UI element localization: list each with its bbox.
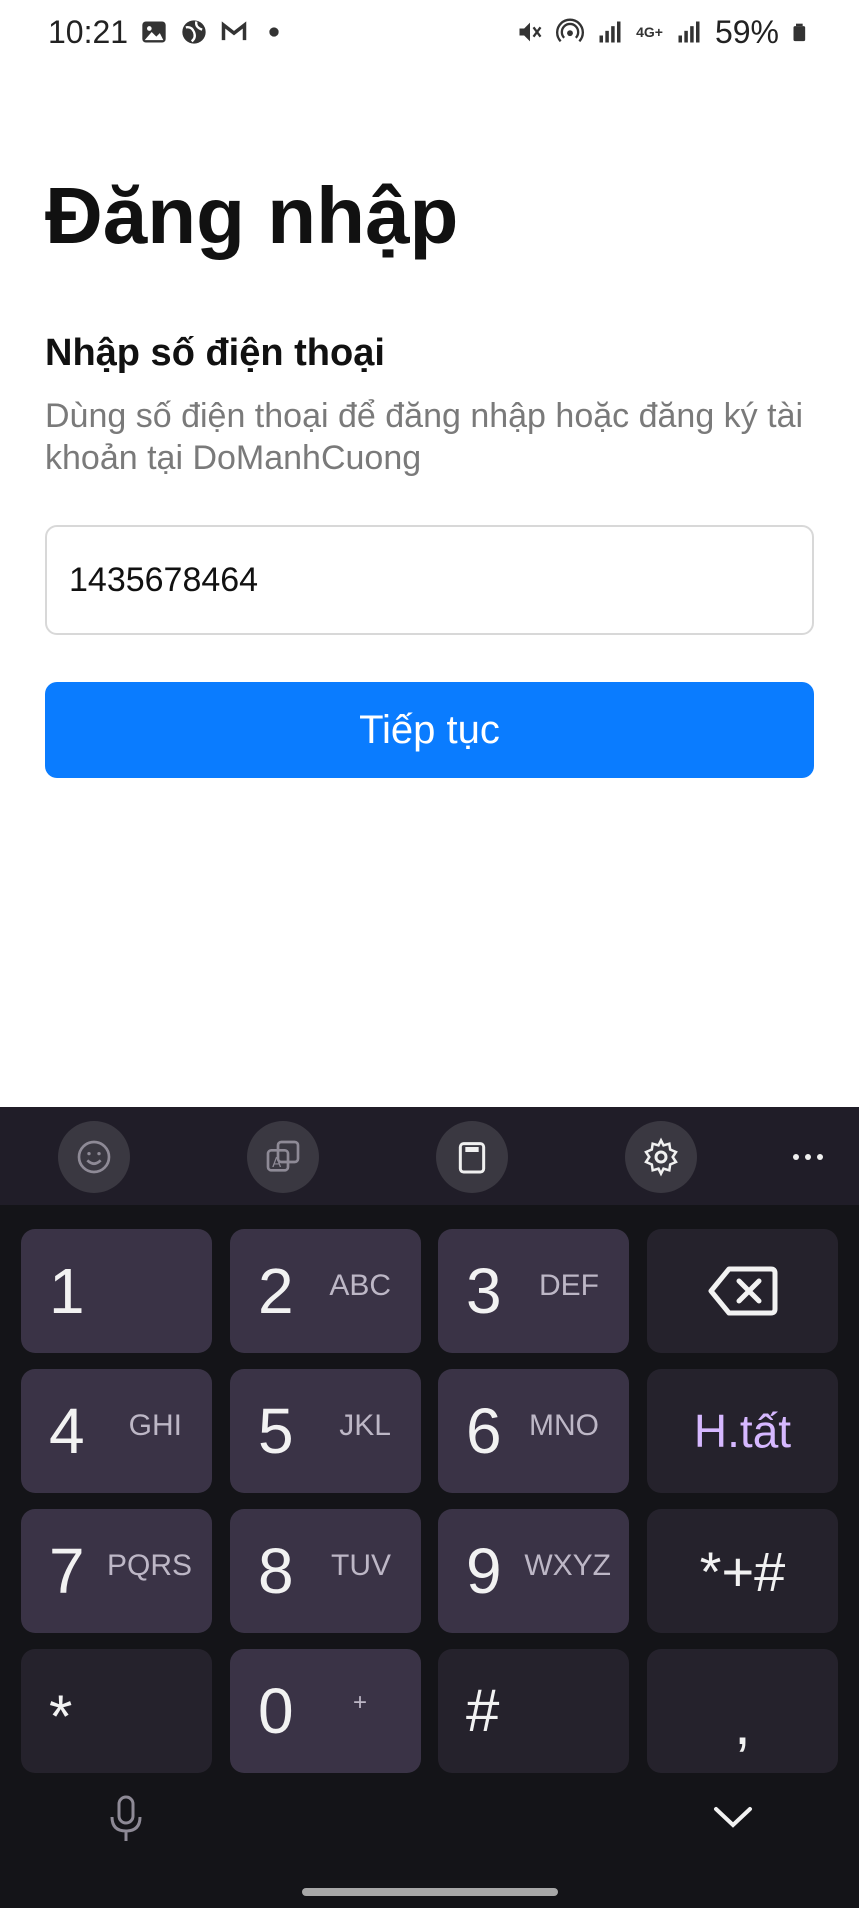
gallery-icon: [142, 21, 166, 43]
status-bar: 10:21 4G+ 59%: [0, 0, 859, 64]
key-1[interactable]: 1: [21, 1229, 212, 1353]
more-button[interactable]: [786, 1121, 830, 1193]
svg-text:A: A: [272, 1156, 281, 1171]
backspace-key[interactable]: [647, 1229, 838, 1353]
key-7-letters: PQRS: [106, 1549, 192, 1582]
key-2[interactable]: 2 ABC: [230, 1229, 421, 1353]
page-title: Đăng nhập: [45, 171, 459, 260]
star-key-label: *: [49, 1683, 73, 1750]
mute-icon: [519, 22, 542, 42]
key-9-number: 9: [466, 1535, 502, 1607]
key-6[interactable]: 6 MNO: [438, 1369, 629, 1493]
key-0-number: 0: [258, 1675, 294, 1747]
comma-key[interactable]: ,: [647, 1649, 838, 1773]
battery-icon: [793, 23, 806, 42]
dot-icon: [269, 27, 279, 37]
key-7-number: 7: [49, 1535, 85, 1607]
key-9-letters: WXYZ: [524, 1549, 611, 1582]
numeric-keyboard: A 1 2 ABC 3 DEF 4 GHI 5 JKL 6 MNO H.tất …: [0, 1107, 859, 1908]
hash-key-label: #: [466, 1677, 500, 1744]
hash-key[interactable]: #: [438, 1649, 629, 1773]
battery-percent: 59%: [714, 13, 779, 50]
gmail-icon: [221, 21, 247, 41]
key-4[interactable]: 4 GHI: [21, 1369, 212, 1493]
status-right: 4G+ 59%: [516, 14, 811, 51]
continue-button[interactable]: Tiếp tục: [45, 682, 814, 778]
done-key[interactable]: H.tất: [647, 1369, 838, 1493]
star-key[interactable]: *: [21, 1649, 212, 1773]
done-key-inner: H.tất: [647, 1369, 838, 1493]
status-time: 10:21: [48, 13, 129, 50]
network-type: 4G+: [636, 24, 663, 40]
done-key-label: H.tất: [693, 1405, 792, 1457]
key-8-letters: TUV: [331, 1549, 391, 1582]
key-6-number: 6: [466, 1395, 502, 1467]
key-3-letters: DEF: [539, 1269, 599, 1302]
keyboard-toolbar: A: [0, 1107, 859, 1205]
clipboard-icon: [458, 1142, 486, 1174]
key-5[interactable]: 5 JKL: [230, 1369, 421, 1493]
key-1-number: 1: [49, 1255, 85, 1327]
key-2-letters: ABC: [329, 1269, 391, 1302]
symbols-key-label: *+#: [699, 1539, 786, 1603]
signal-2-icon: [678, 21, 700, 43]
translate-button[interactable]: A: [247, 1121, 319, 1193]
backspace-icon: [708, 1266, 777, 1316]
emoji-icon: [77, 1140, 111, 1174]
symbols-key-inner: *+#: [647, 1509, 838, 1633]
translate-icon: A: [266, 1140, 300, 1172]
settings-button[interactable]: [625, 1121, 697, 1193]
symbols-key[interactable]: *+#: [647, 1509, 838, 1633]
hotspot-icon: [556, 18, 585, 43]
key-6-letters: MNO: [529, 1409, 599, 1442]
chevron-down-icon[interactable]: [712, 1803, 754, 1831]
key-3[interactable]: 3 DEF: [438, 1229, 629, 1353]
microphone-icon[interactable]: [106, 1793, 146, 1845]
backspace-key-inner: [647, 1229, 838, 1353]
key-8[interactable]: 8 TUV: [230, 1509, 421, 1633]
key-2-number: 2: [258, 1255, 294, 1327]
key-4-letters: GHI: [128, 1409, 182, 1442]
section-title: Nhập số điện thoại: [45, 332, 385, 374]
key-0-letters: +: [352, 1689, 367, 1716]
key-5-number: 5: [258, 1395, 294, 1467]
phone-number-input[interactable]: [45, 525, 814, 635]
comma-key-label: ,: [734, 1689, 751, 1757]
section-description: Dùng số điện thoại để đăng nhập hoặc đăn…: [45, 397, 804, 477]
key-9[interactable]: 9 WXYZ: [438, 1509, 629, 1633]
more-icon: [793, 1154, 823, 1160]
key-5-letters: JKL: [339, 1409, 391, 1442]
signal-icon: [599, 21, 621, 43]
status-left: 10:21: [48, 14, 288, 51]
key-4-number: 4: [49, 1395, 85, 1467]
key-0[interactable]: 0 +: [230, 1649, 421, 1773]
clipboard-button[interactable]: [436, 1121, 508, 1193]
home-indicator[interactable]: [302, 1888, 558, 1896]
globe-icon: [182, 20, 206, 44]
screen: 10:21 4G+ 59% Đăng nhập Nhập số điện tho…: [0, 0, 859, 1908]
key-3-number: 3: [466, 1255, 502, 1327]
key-7[interactable]: 7 PQRS: [21, 1509, 212, 1633]
key-8-number: 8: [258, 1535, 294, 1607]
emoji-button[interactable]: [58, 1121, 130, 1193]
gear-icon: [644, 1137, 678, 1177]
comma-key-inner: ,: [647, 1649, 838, 1773]
